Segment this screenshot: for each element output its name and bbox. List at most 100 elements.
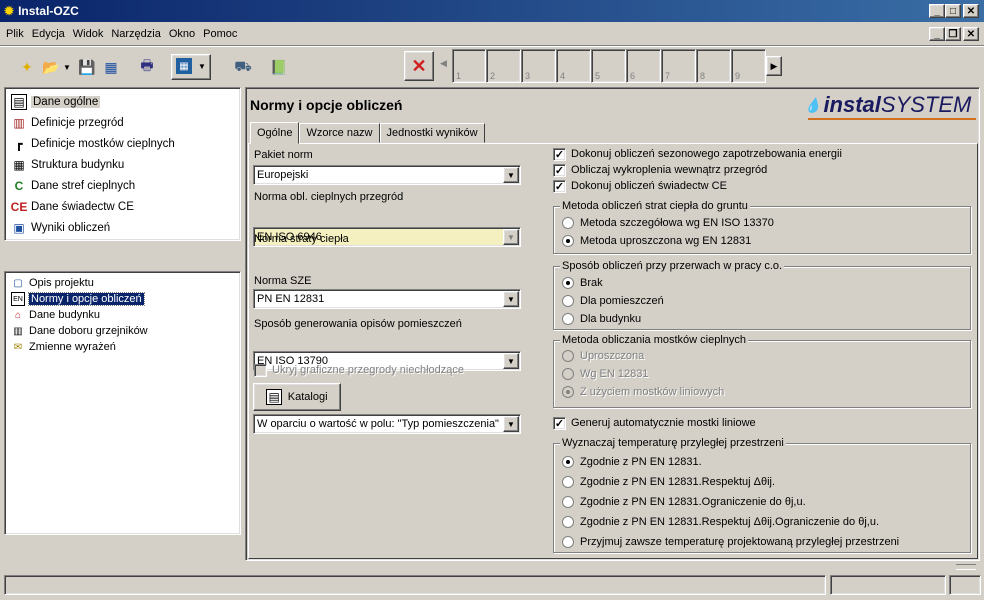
- tree-item-general[interactable]: ▤ Dane ogólne: [5, 91, 240, 112]
- list-item-variables[interactable]: ✉ Zmienne wyrażeń: [5, 339, 240, 355]
- page-strip: 1 2 3 4 5 6 7 8 9: [452, 49, 766, 83]
- thermal-zones-icon: C: [14, 178, 24, 193]
- list-item-radiators[interactable]: ▥ Dane doboru grzejników: [5, 323, 240, 339]
- check-ce[interactable]: ✓ Dokonuj obliczeń świadectw CE: [553, 177, 842, 195]
- page-slot[interactable]: 4: [556, 49, 591, 83]
- page-slot[interactable]: 3: [521, 49, 556, 83]
- radio-interrupt-none[interactable]: Brak: [562, 274, 664, 292]
- new-file-icon[interactable]: ✦: [16, 56, 38, 78]
- page-slot[interactable]: 5: [591, 49, 626, 83]
- partitions-icon: ▥: [13, 115, 25, 130]
- radio-ground-simplified[interactable]: Metoda uproszczona wg EN 12831: [562, 232, 774, 250]
- radio-icon: [562, 295, 574, 307]
- menu-pomoc[interactable]: Pomoc: [203, 28, 237, 40]
- general-data-icon: ▤: [11, 93, 27, 110]
- radio-interrupt-building[interactable]: Dla budynku: [562, 310, 664, 328]
- generate-bridges-checkbox[interactable]: ✓ Generuj automatycznie mostki liniowe: [553, 414, 756, 432]
- tree-item-results[interactable]: ▣ Wyniki obliczeń: [5, 217, 240, 238]
- checkbox-box: [254, 363, 267, 377]
- maximize-button[interactable]: □: [945, 4, 961, 18]
- tree-item-structure[interactable]: ▦ Struktura budynku: [5, 154, 240, 175]
- menu-widok[interactable]: Widok: [73, 28, 104, 40]
- status-pane-small: [949, 575, 981, 595]
- export-icon[interactable]: ⛟: [232, 56, 254, 78]
- list-item-project[interactable]: ▢ Opis projektu: [5, 275, 240, 291]
- page-slot[interactable]: 6: [626, 49, 661, 83]
- tree-item-thermal-bridges[interactable]: ┏ Definicje mostków cieplnych: [5, 133, 240, 154]
- tab-result-units[interactable]: Jednostki wyników: [379, 123, 485, 143]
- radio-selected-icon: [562, 456, 574, 468]
- radio-selected-icon: [562, 277, 574, 289]
- radio-bridges-en12831[interactable]: Wg EN 12831: [562, 365, 724, 383]
- list-item-norms[interactable]: EN Normy i opcje obliczeń: [5, 291, 240, 307]
- calculator-button[interactable]: ▦ ▼: [171, 54, 211, 80]
- opisy-select[interactable]: W oparciu o wartość w polu: "Typ pomiesz…: [253, 414, 521, 434]
- resize-grip-icon[interactable]: [956, 564, 976, 570]
- straty-select[interactable]: PN EN 12831 ▼: [253, 289, 521, 309]
- radio-temp-4[interactable]: Zgodnie z PN EN 12831.Respektuj Δθij.Ogr…: [562, 512, 899, 532]
- straty-label: Norma straty ciepła: [254, 233, 349, 245]
- menu-okno[interactable]: Okno: [169, 28, 195, 40]
- child-close-button[interactable]: ✕: [963, 27, 979, 41]
- tree-item-partitions[interactable]: ▥ Definicje przegród: [5, 112, 240, 133]
- logo-drop-icon: 💧: [804, 96, 822, 113]
- page-slot[interactable]: 1: [452, 49, 486, 83]
- menu-narzedzia[interactable]: Narzędzia: [111, 28, 161, 40]
- radio-temp-1[interactable]: Zgodnie z PN EN 12831.: [562, 452, 899, 472]
- book-icon[interactable]: 📗: [268, 56, 290, 78]
- radio-icon: [562, 496, 574, 508]
- page-slot[interactable]: 2: [486, 49, 521, 83]
- menu-plik[interactable]: Plik: [6, 28, 24, 40]
- radio-interrupt-rooms[interactable]: Dla pomieszczeń: [562, 292, 664, 310]
- radio-bridges-linear[interactable]: Z użyciem mostków liniowych: [562, 383, 724, 401]
- save-icon[interactable]: 💾: [76, 56, 98, 78]
- save-all-icon[interactable]: ▦: [100, 56, 122, 78]
- radio-icon: [562, 350, 574, 362]
- page-slot[interactable]: 7: [661, 49, 696, 83]
- open-folder-icon[interactable]: 📂: [40, 56, 62, 78]
- interruption-group: Sposób obliczeń przy przerwach w pracy c…: [553, 260, 971, 330]
- scroll-right-icon[interactable]: ▶: [766, 56, 782, 76]
- pakiet-select[interactable]: Europejski ▼: [253, 165, 521, 185]
- ground-loss-group: Metoda obliczeń strat ciepła do gruntu M…: [553, 200, 971, 254]
- radio-bridges-simplified[interactable]: Uproszczona: [562, 347, 724, 365]
- ukryj-checkbox[interactable]: Ukryj graficzne przegrody niechłodzące: [254, 361, 464, 379]
- tree-item-zones[interactable]: C Dane stref cieplnych: [5, 175, 240, 196]
- status-pane-main: [4, 575, 826, 595]
- child-restore-button[interactable]: ❐: [945, 27, 961, 41]
- building-structure-icon: ▦: [13, 157, 25, 172]
- window-title: Instal-OZC: [18, 4, 79, 18]
- pakiet-label: Pakiet norm: [254, 149, 313, 161]
- radio-icon: [562, 476, 574, 488]
- radio-temp-3[interactable]: Zgodnie z PN EN 12831.Ograniczenie do θj…: [562, 492, 899, 512]
- bridges-method-group: Metoda obliczania mostków cieplnych Upro…: [553, 334, 971, 408]
- radiator-icon: ▥: [13, 325, 23, 337]
- chevron-down-icon: ▼: [503, 167, 519, 183]
- page-slot[interactable]: 9: [731, 49, 766, 83]
- delete-button[interactable]: ✕: [404, 51, 434, 81]
- menu-edycja[interactable]: Edycja: [32, 28, 65, 40]
- scroll-left-icon[interactable]: ◀: [440, 58, 447, 69]
- instal-system-logo: 💧 instal SYSTEM: [804, 92, 972, 117]
- radio-selected-icon: [562, 235, 574, 247]
- close-button[interactable]: ✕: [963, 4, 979, 18]
- radio-temp-2[interactable]: Zgodnie z PN EN 12831.Respektuj Δθij.: [562, 472, 899, 492]
- chevron-down-icon: ▼: [503, 416, 519, 432]
- catalog-icon: ▤: [266, 389, 282, 405]
- katalogi-button[interactable]: ▤ Katalogi: [253, 383, 341, 411]
- tab-general[interactable]: Ogólne: [250, 122, 300, 144]
- page-slot[interactable]: 8: [696, 49, 731, 83]
- child-minimize-button[interactable]: _: [929, 27, 945, 41]
- minimize-button[interactable]: _: [929, 4, 945, 18]
- tree-item-certificates[interactable]: CE Dane świadectw CE: [5, 196, 240, 217]
- tab-name-patterns[interactable]: Wzorce nazw: [299, 123, 380, 143]
- open-dropdown-icon[interactable]: ▼: [62, 56, 72, 78]
- radio-ground-detailed[interactable]: Metoda szczegółowa wg EN ISO 13370: [562, 214, 774, 232]
- print-icon[interactable]: 🖶: [136, 56, 158, 78]
- radio-temp-5[interactable]: Przyjmuj zawsze temperaturę projektowaną…: [562, 532, 899, 552]
- norms-icon: EN: [11, 292, 25, 306]
- radio-icon: [562, 368, 574, 380]
- house-icon: ⌂: [14, 309, 22, 321]
- radio-selected-icon: [562, 386, 574, 398]
- list-item-building[interactable]: ⌂ Dane budynku: [5, 307, 240, 323]
